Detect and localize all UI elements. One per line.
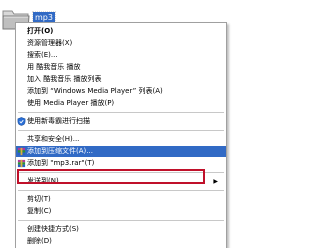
menu-item-sharing-security[interactable]: 共享和安全(H)... <box>16 134 226 145</box>
menu-separator <box>18 112 224 113</box>
menu-item-label: 复制(C) <box>27 207 52 215</box>
menu-item-kuwo-play[interactable]: 用 酷我音乐 播放 <box>16 62 226 73</box>
menu-item-label: 剪切(T) <box>27 195 51 203</box>
menu-separator <box>18 130 224 131</box>
menu-item-label: 打开(O) <box>27 27 54 35</box>
menu-item-label: 加入 酷我音乐 播放列表 <box>27 75 102 83</box>
menu-item-label: 共享和安全(H)... <box>27 135 80 143</box>
menu-item-kuwo-add-playlist[interactable]: 加入 酷我音乐 播放列表 <box>16 74 226 85</box>
highlight-box <box>17 169 205 184</box>
shield-icon <box>17 117 26 126</box>
menu-separator <box>18 220 224 221</box>
menu-item-cut[interactable]: 剪切(T) <box>16 194 226 205</box>
menu-item-wmp-play[interactable]: 使用 Media Player 播放(P) <box>16 98 226 109</box>
menu-item-label: 添加到 "mp3.rar"(T) <box>27 159 95 167</box>
menu-item-label: 添加到 “Windows Media Player” 列表(A) <box>27 87 163 95</box>
menu-item-label: 资源管理器(X) <box>27 39 73 47</box>
context-menu: 打开(O) 资源管理器(X) 搜索(E)... 用 酷我音乐 播放 加入 酷我音… <box>15 22 227 248</box>
menu-item-delete[interactable]: 删除(D) <box>16 236 226 247</box>
menu-item-label: 使用 Media Player 播放(P) <box>27 99 115 107</box>
menu-item-duba-scan[interactable]: 使用新毒霸进行扫描 <box>16 116 226 127</box>
menu-item-add-to-mp3-rar[interactable]: 添加到 "mp3.rar"(T) <box>16 158 226 169</box>
menu-item-label: 删除(D) <box>27 237 52 245</box>
menu-item-add-to-archive[interactable]: 添加到压缩文件(A)... <box>16 146 226 157</box>
winrar-archive-icon <box>17 159 26 168</box>
menu-separator <box>18 190 224 191</box>
menu-item-open[interactable]: 打开(O) <box>16 26 226 37</box>
menu-item-search[interactable]: 搜索(E)... <box>16 50 226 61</box>
menu-item-explorer[interactable]: 资源管理器(X) <box>16 38 226 49</box>
menu-item-label: 用 酷我音乐 播放 <box>27 63 81 71</box>
menu-item-label: 添加到压缩文件(A)... <box>27 147 93 155</box>
menu-item-label: 使用新毒霸进行扫描 <box>27 117 90 125</box>
winrar-archive-icon <box>17 147 26 156</box>
desktop: mp3 打开(O) 资源管理器(X) 搜索(E)... 用 酷我音乐 播放 加入… <box>0 0 264 248</box>
menu-item-create-shortcut[interactable]: 创建快捷方式(S) <box>16 224 226 235</box>
menu-item-label: 创建快捷方式(S) <box>27 225 79 233</box>
menu-item-wmp-add-list[interactable]: 添加到 “Windows Media Player” 列表(A) <box>16 86 226 97</box>
menu-item-label: 搜索(E)... <box>27 51 58 59</box>
submenu-arrow-icon: ▶ <box>213 178 218 185</box>
menu-item-copy[interactable]: 复制(C) <box>16 206 226 217</box>
